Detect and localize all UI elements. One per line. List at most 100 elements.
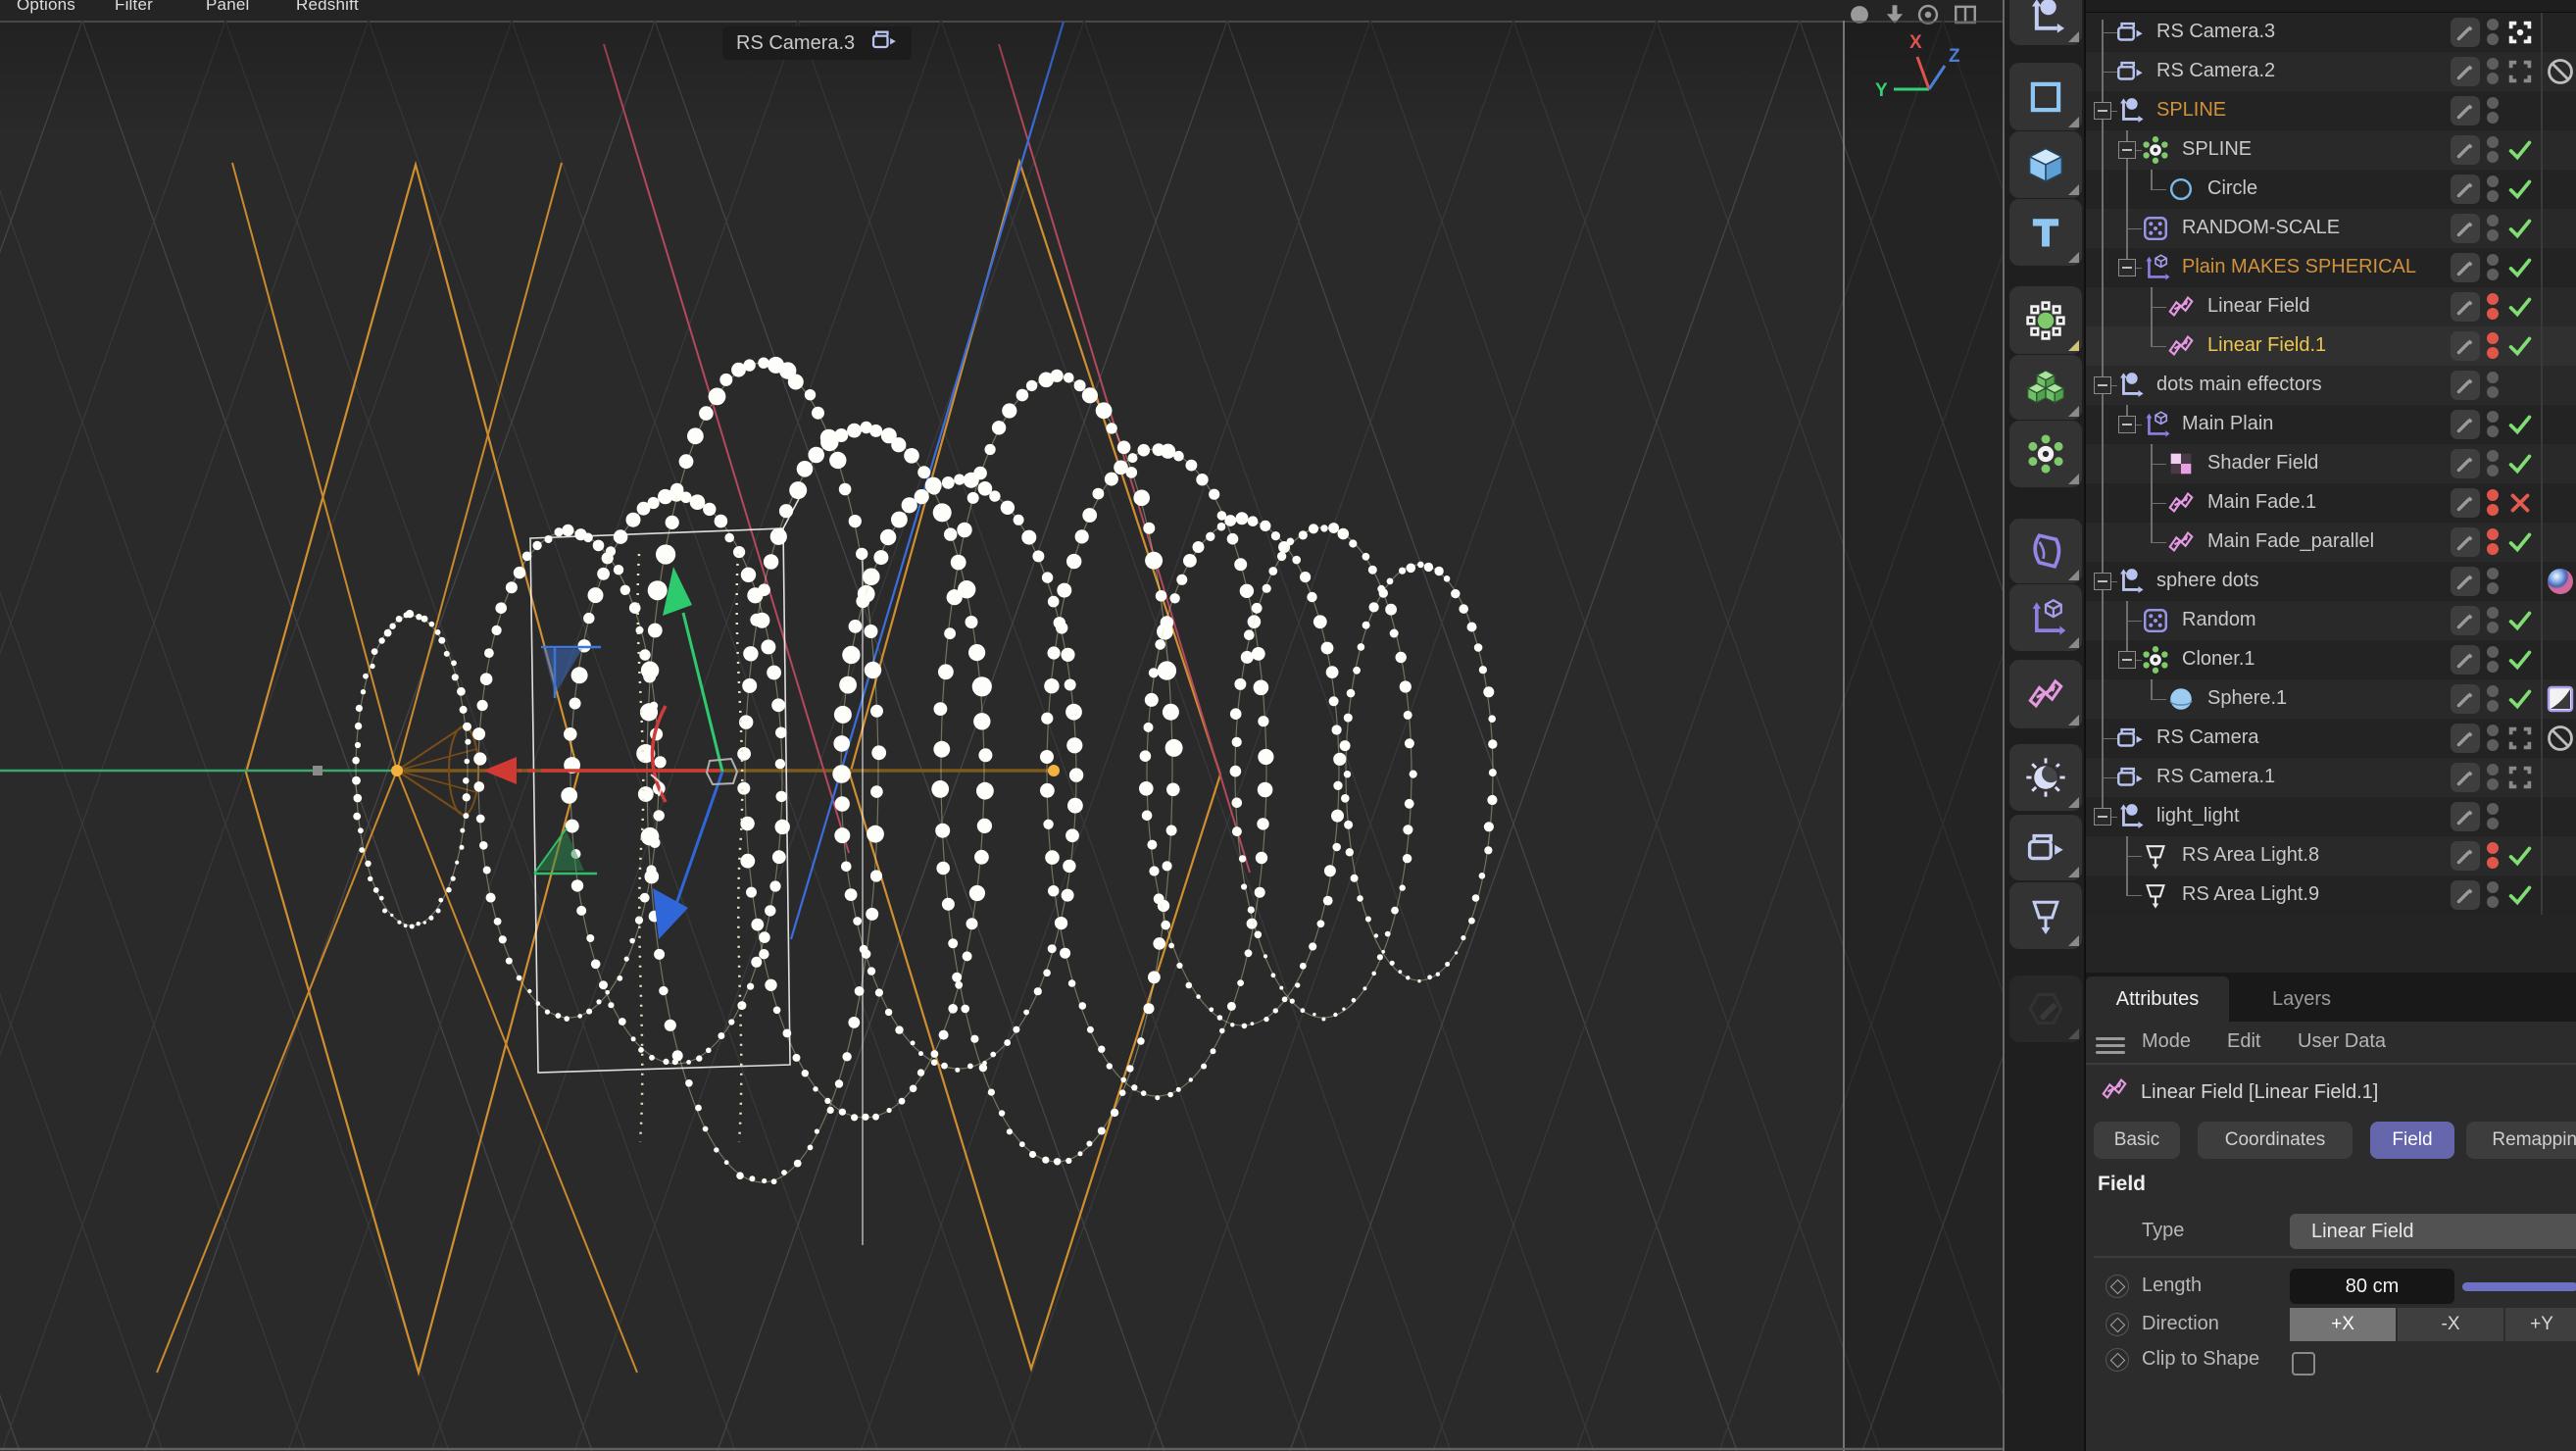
object-name[interactable]: RS Camera.1 [2156,766,2275,788]
edit-toggle-icon[interactable] [2451,371,2480,400]
om-row-rs-camera-1[interactable]: RS Camera.1 [2086,758,2576,797]
edit-toggle-icon[interactable] [2451,214,2480,243]
type-dropdown[interactable]: Linear Field [2290,1214,2576,1249]
visibility-dots[interactable] [2487,408,2499,440]
enabled-check-icon[interactable] [2505,606,2535,635]
om-row-rs-camera-3[interactable]: RS Camera.3 [2086,13,2576,52]
om-row-rs-camera-2[interactable]: RS Camera.2 [2086,52,2576,91]
edit-toggle-icon[interactable] [2451,135,2480,165]
tool-pencil-tool[interactable] [2009,976,2082,1042]
object-name[interactable]: RS Camera [2156,726,2258,749]
visibility-dots[interactable] [2487,173,2499,205]
tab-attributes[interactable]: Attributes [2086,976,2229,1022]
expand-toggle[interactable] [2118,416,2136,433]
enabled-check-icon[interactable] [2505,292,2535,322]
tool-camera[interactable] [2009,815,2082,880]
tool-deformer[interactable] [2009,519,2082,583]
tab-layers[interactable]: Layers [2243,976,2360,1022]
visibility-dots[interactable] [2487,55,2499,87]
om-row-rs-area-light-9[interactable]: RS Area Light.9 [2086,876,2576,915]
tool-null-axis[interactable] [2009,0,2082,45]
om-row-sphere-1[interactable]: Sphere.1 [2086,679,2576,719]
edit-toggle-icon[interactable] [2451,841,2480,871]
enabled-check-icon[interactable] [2505,880,2535,910]
visibility-dots[interactable] [2487,486,2499,519]
object-name[interactable]: Main Fade_parallel [2207,530,2374,553]
enabled-check-icon[interactable] [2505,135,2535,165]
length-slider[interactable] [2462,1282,2576,1291]
tool-text-tool[interactable] [2009,199,2082,266]
tool-cube-tool[interactable] [2009,131,2082,198]
enabled-check-icon[interactable] [2505,331,2535,361]
object-name[interactable]: SPLINE [2156,99,2226,122]
om-row-random[interactable]: Random [2086,601,2576,640]
edit-toggle-icon[interactable] [2451,724,2480,753]
edit-toggle-icon[interactable] [2451,449,2480,478]
edit-toggle-icon[interactable] [2451,331,2480,361]
om-row-spline[interactable]: SPLINE [2086,130,2576,170]
edit-toggle-icon[interactable] [2451,880,2480,910]
object-name[interactable]: Main Fade.1 [2207,491,2316,514]
enabled-check-icon[interactable] [2505,449,2535,478]
tool-mograph-handles[interactable] [2009,286,2082,354]
object-name[interactable]: Main Plain [2182,413,2273,435]
visibility-dots[interactable] [2487,878,2499,911]
object-name[interactable]: Circle [2207,177,2257,200]
edit-toggle-icon[interactable] [2451,567,2480,596]
object-name[interactable]: Linear Field [2207,295,2310,318]
visibility-dots[interactable] [2487,682,2499,715]
om-row-dots-main-effectors[interactable]: dots main effectors [2086,366,2576,405]
object-name[interactable]: RANDOM-SCALE [2182,217,2340,239]
object-name[interactable]: RS Area Light.9 [2182,883,2319,906]
visibility-dots[interactable] [2487,133,2499,166]
visibility-dots[interactable] [2487,839,2499,872]
edit-toggle-icon[interactable] [2451,684,2480,714]
edit-toggle-icon[interactable] [2451,645,2480,675]
attr-menu-user-data[interactable]: User Data [2298,1030,2386,1053]
expand-toggle[interactable] [2094,376,2111,394]
visibility-dots[interactable] [2487,800,2499,832]
om-row-light-light[interactable]: light_light [2086,797,2576,836]
section-tab-coordinates[interactable]: Coordinates [2198,1122,2353,1159]
direction-minus-X[interactable]: -X [2398,1308,2503,1341]
expand-toggle[interactable] [2118,141,2136,159]
enabled-check-icon[interactable] [2505,841,2535,871]
om-row-main-fade-1[interactable]: Main Fade.1 [2086,483,2576,523]
tool-voxel-blocks[interactable] [2009,355,2082,420]
object-name[interactable]: light_light [2156,805,2240,827]
visibility-dots[interactable] [2487,447,2499,479]
viewport-3d[interactable]: Y X Z Options Filter Panel Redshift RS Came… [0,0,2003,1451]
keyframe-diamond-icon[interactable] [2105,1275,2129,1298]
edit-toggle-icon[interactable] [2451,18,2480,47]
visibility-dots[interactable] [2487,94,2499,126]
keyframe-diamond-icon[interactable] [2105,1313,2129,1336]
visibility-dots[interactable] [2487,643,2499,675]
tool-area-light[interactable] [2009,882,2082,949]
visibility-dots[interactable] [2487,604,2499,636]
om-row-rs-camera[interactable]: RS Camera [2086,719,2576,758]
om-row-shader-field[interactable]: Shader Field [2086,444,2576,483]
tool-rect-tool[interactable] [2009,63,2082,130]
tool-plain-effector[interactable] [2009,584,2082,651]
edit-toggle-icon[interactable] [2451,802,2480,831]
object-name[interactable]: dots main effectors [2156,374,2322,396]
visibility-dots[interactable] [2487,329,2499,362]
tool-cloner-gear[interactable] [2009,421,2082,487]
enabled-check-icon[interactable] [2505,175,2535,204]
material-tag-icon[interactable] [2545,566,2576,597]
om-row-sphere-dots[interactable]: sphere dots [2086,562,2576,601]
camera-view-icon[interactable] [2505,724,2535,753]
object-name[interactable]: Plain MAKES SPHERICAL [2182,256,2416,278]
attr-menu-edit[interactable]: Edit [2227,1030,2260,1053]
edit-toggle-icon[interactable] [2451,763,2480,792]
edit-toggle-icon[interactable] [2451,96,2480,125]
om-row-rs-area-light-8[interactable]: RS Area Light.8 [2086,836,2576,876]
edit-toggle-icon[interactable] [2451,253,2480,282]
edit-toggle-icon[interactable] [2451,175,2480,204]
visibility-dots[interactable] [2487,369,2499,401]
visibility-dots[interactable] [2487,251,2499,283]
enabled-check-icon[interactable] [2505,253,2535,282]
visibility-dots[interactable] [2487,290,2499,323]
section-tab-remapping[interactable]: Remapping [2466,1122,2576,1159]
expand-toggle[interactable] [2094,573,2111,590]
